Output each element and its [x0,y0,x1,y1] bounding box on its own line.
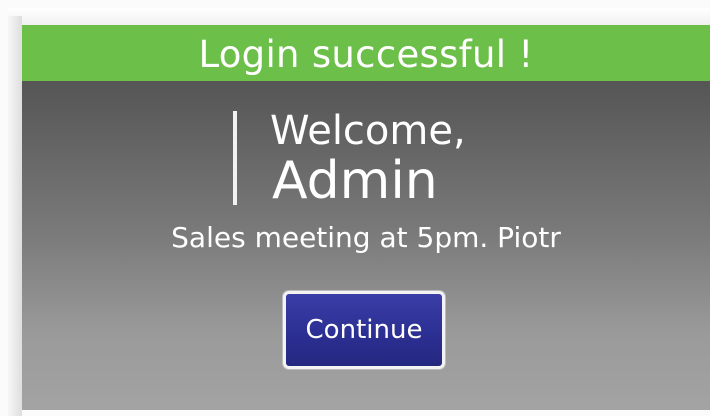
banner-title: Login successful ! [198,32,534,76]
dialog-shadow-left [8,16,22,416]
dialog-shadow-top [8,8,710,25]
login-success-dialog: Login successful ! Welcome, Admin Sales … [22,25,710,410]
welcome-username: Admin [272,151,438,211]
page-background: Login successful ! Welcome, Admin Sales … [0,0,710,416]
continue-button[interactable]: Continue [283,291,445,369]
welcome-divider [233,111,237,205]
welcome-greeting: Welcome, [270,108,466,154]
notification-message: Sales meeting at 5pm. Piotr [171,221,561,254]
continue-button-label: Continue [305,315,423,345]
success-banner: Login successful ! [22,25,710,81]
